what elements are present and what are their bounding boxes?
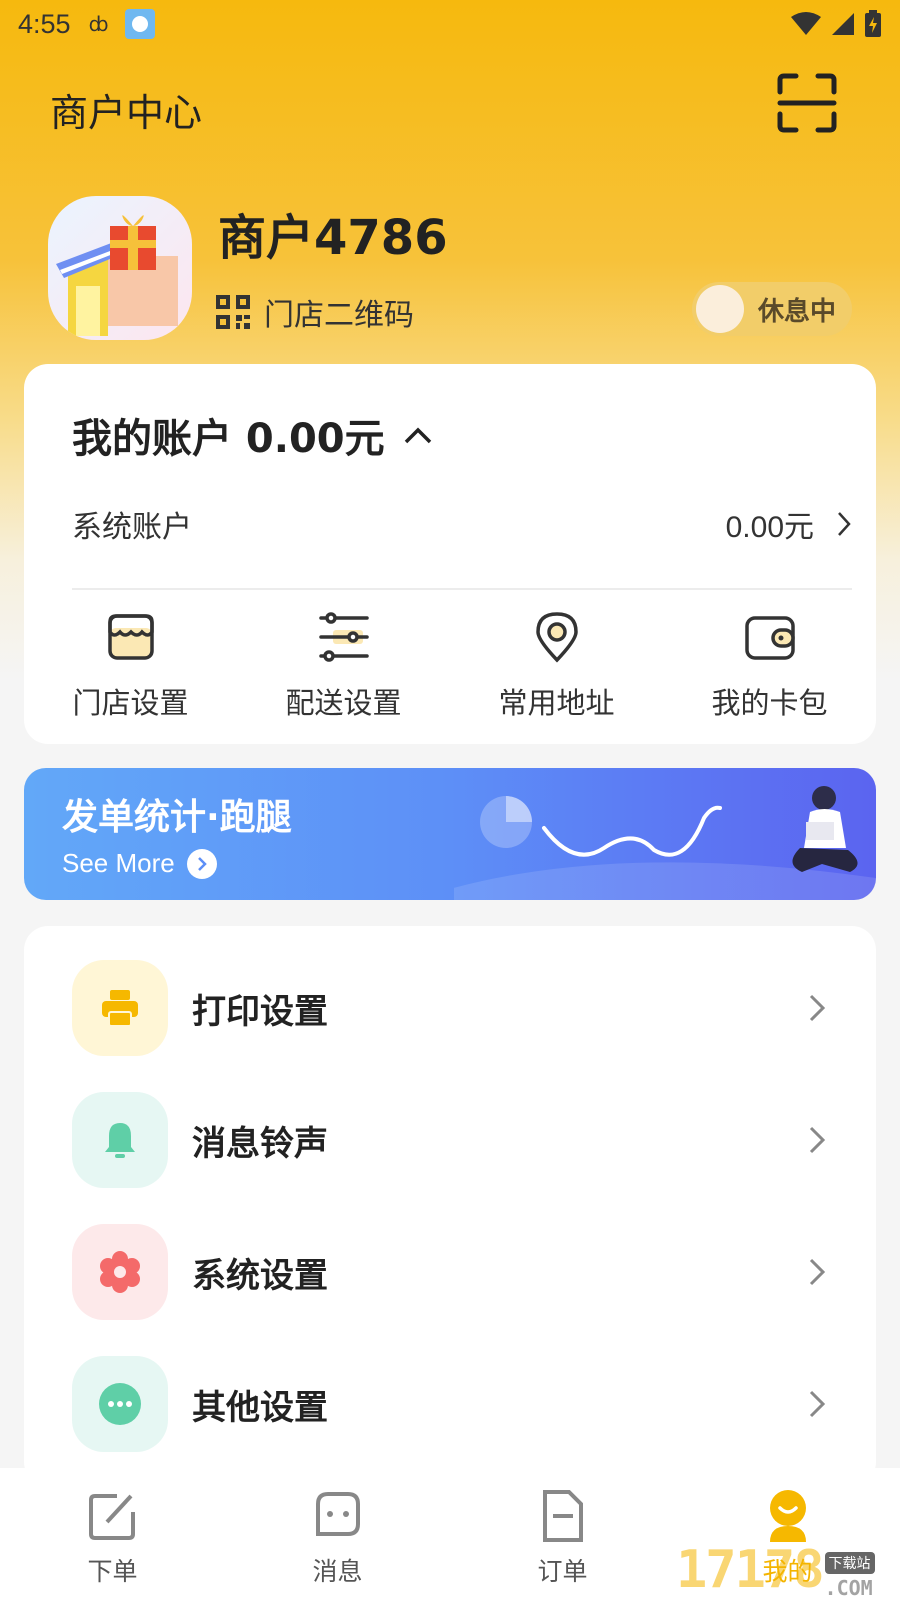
notification-app-icon <box>124 9 155 39</box>
battery-icon <box>865 10 881 37</box>
banner-illustration <box>454 786 876 900</box>
qr-label: 门店二维码 <box>264 298 414 333</box>
flower-gear-icon <box>100 1251 140 1293</box>
document-icon <box>542 1490 583 1542</box>
chevron-right-icon <box>809 1258 826 1286</box>
top-bar: 商户中心 <box>0 60 900 150</box>
shortcut-row: 门店设置 配送设置 常用地址 我的卡包 <box>24 610 876 730</box>
nav-orders[interactable]: 订单 <box>450 1468 675 1600</box>
scan-frame-icon <box>777 73 837 133</box>
menu-item-message-ringtone[interactable]: 消息铃声 <box>24 1090 876 1190</box>
business-status-toggle[interactable]: 休息中 <box>692 282 852 336</box>
chevron-up-icon <box>404 427 431 444</box>
nav-place-order[interactable]: 下单 <box>0 1468 225 1600</box>
nav-label: 消息 <box>312 1557 363 1586</box>
menu-item-system-settings[interactable]: 系统设置 <box>24 1222 876 1322</box>
menu-item-other-settings[interactable]: 其他设置 <box>24 1354 876 1454</box>
printer-icon <box>102 990 138 1027</box>
shortcut-label: 常用地址 <box>498 686 615 720</box>
menu-label: 消息铃声 <box>192 1123 328 1164</box>
nav-label: 订单 <box>537 1557 588 1586</box>
store-gift-illustration <box>56 215 178 336</box>
chevron-right-icon <box>809 1390 826 1418</box>
more-dots-icon <box>99 1383 141 1425</box>
shortcut-label: 我的卡包 <box>711 686 828 720</box>
menu-icon-bg <box>72 1092 168 1188</box>
menu-icon-bg <box>72 1356 168 1452</box>
status-bar: 4:55 ȸ <box>0 0 900 48</box>
shortcut-label: 门店设置 <box>72 686 189 720</box>
watermark-suffix: .COM <box>824 1576 873 1600</box>
nav-messages[interactable]: 消息 <box>225 1468 450 1600</box>
banner-title: 发单统计·跑腿 <box>62 797 292 838</box>
location-pin-icon <box>535 612 578 663</box>
watermark-logo: 17178 下载站 .COM <box>676 1536 900 1600</box>
watermark-side: 下载站 .COM <box>824 1552 875 1600</box>
store-avatar[interactable] <box>48 196 192 340</box>
watermark-tag: 下载站 <box>824 1552 875 1574</box>
sliders-icon <box>318 612 369 662</box>
chevron-right-icon <box>809 1126 826 1154</box>
account-title-text: 我的账户 0.00元 <box>72 416 385 462</box>
system-account-row[interactable]: 系统账户 0.00元 <box>72 494 852 554</box>
shortcut-common-address[interactable]: 常用地址 <box>450 610 663 730</box>
qr-code-icon <box>216 295 250 329</box>
system-account-label: 系统账户 <box>72 510 192 545</box>
menu-label: 打印设置 <box>192 991 328 1032</box>
store-qr-link[interactable]: 门店二维码 <box>216 290 414 334</box>
wifi-icon <box>791 12 821 35</box>
status-icons <box>790 10 882 38</box>
merchant-name: 商户4786 <box>218 210 448 266</box>
store-icon <box>107 614 154 660</box>
menu-label: 其他设置 <box>192 1387 328 1428</box>
chevron-right-icon <box>809 994 826 1022</box>
nav-label: 下单 <box>87 1557 138 1586</box>
menu-item-print-settings[interactable]: 打印设置 <box>24 958 876 1058</box>
toggle-knob <box>696 285 744 333</box>
bell-icon <box>105 1123 135 1158</box>
chevron-right-icon <box>838 512 851 536</box>
see-more-link[interactable]: See More <box>62 848 217 879</box>
settings-menu: 打印设置 消息铃声 系统设置 其他设置 <box>24 926 876 1486</box>
cell-signal-icon <box>832 13 854 35</box>
status-time: 4:55 <box>18 8 71 39</box>
page-title: 商户中心 <box>50 91 203 135</box>
order-stats-banner[interactable]: 发单统计·跑腿 See More <box>24 768 876 900</box>
system-account-value: 0.00元 <box>725 511 814 544</box>
see-more-label: See More <box>62 848 175 878</box>
account-title[interactable]: 我的账户 0.00元 <box>72 406 433 464</box>
shortcut-card-wallet[interactable]: 我的卡包 <box>663 610 876 730</box>
toggle-label: 休息中 <box>758 296 837 327</box>
scan-button[interactable] <box>776 72 838 134</box>
divider <box>72 588 852 590</box>
account-card: 我的账户 0.00元 系统账户 0.00元 门店设置 配送设置 常用地址 我的卡… <box>24 364 876 744</box>
edit-icon <box>88 1494 135 1540</box>
menu-icon-bg <box>72 960 168 1056</box>
menu-label: 系统设置 <box>192 1255 328 1296</box>
shortcut-delivery-settings[interactable]: 配送设置 <box>237 610 450 730</box>
chat-icon <box>315 1492 360 1536</box>
watermark-digits: 17178 <box>676 1540 825 1600</box>
arrow-right-circle-icon <box>186 848 217 879</box>
menu-icon-bg <box>72 1224 168 1320</box>
person-laptop-illustration <box>792 786 858 872</box>
shortcut-store-settings[interactable]: 门店设置 <box>24 610 237 730</box>
wallet-icon <box>744 616 795 660</box>
shortcut-label: 配送设置 <box>285 686 402 720</box>
signal-app-icon: ȸ <box>88 12 109 36</box>
